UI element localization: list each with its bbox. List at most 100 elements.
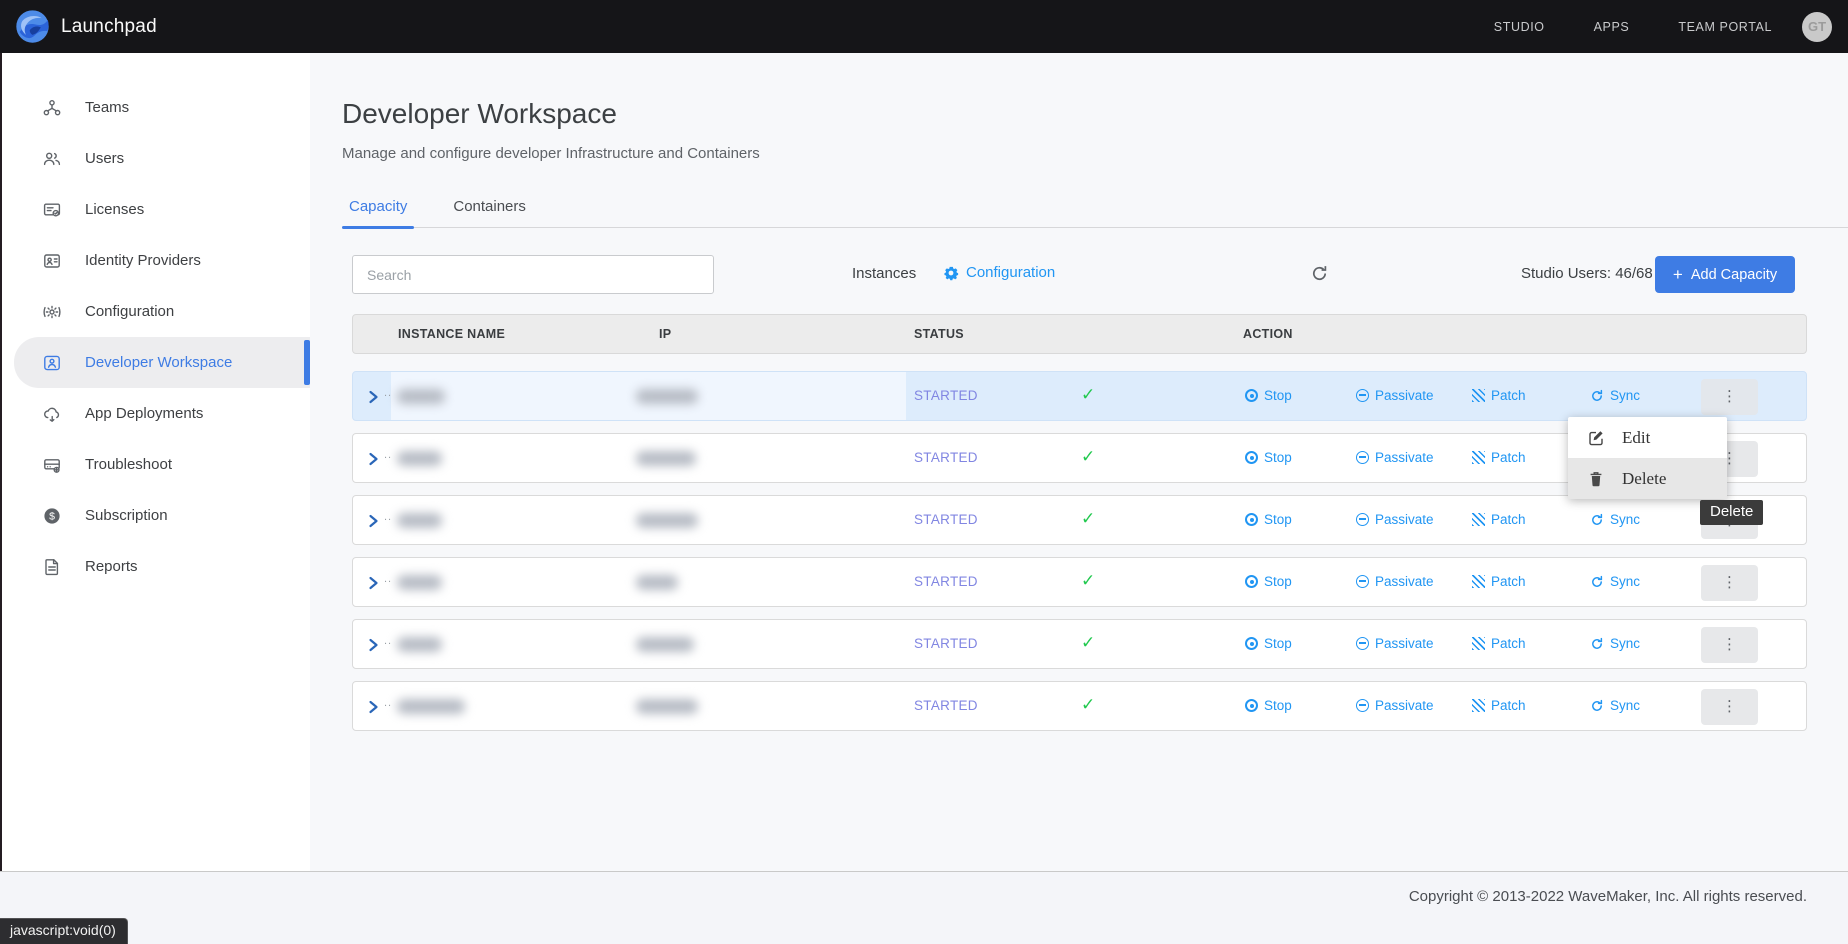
sync-action-link[interactable]: Sync (1590, 636, 1640, 651)
action-label: Passivate (1375, 698, 1434, 713)
status-check-icon: ✓ (1081, 509, 1095, 529)
table-row[interactable]: ..STARTED✓ Stop Passivate Patch Sync⋮ (352, 371, 1807, 421)
table-row[interactable]: ..STARTED✓ Stop Passivate Patch Sync⋮ (352, 495, 1807, 545)
wavemaker-logo-icon (14, 8, 51, 45)
tab-capacity[interactable]: Capacity (349, 198, 407, 227)
sidebar-item-developer-workspace[interactable]: Developer Workspace (14, 337, 310, 388)
passivate-icon (1356, 637, 1369, 650)
action-label: Patch (1491, 450, 1526, 465)
action-label: Patch (1491, 512, 1526, 527)
sync-action-link[interactable]: Sync (1590, 574, 1640, 589)
stop-icon (1245, 513, 1258, 526)
status-badge: STARTED (914, 450, 978, 465)
expand-chevron-icon[interactable] (367, 576, 380, 590)
sync-action-link[interactable]: Sync (1590, 512, 1640, 527)
studio-users-count: Studio Users: 46/68 (1521, 265, 1653, 282)
sidebar-item-label: App Deployments (85, 405, 203, 422)
passivate-icon (1356, 699, 1369, 712)
expand-chevron-icon[interactable] (367, 638, 380, 652)
configuration-link[interactable]: Configuration (943, 264, 1055, 281)
action-label: Passivate (1375, 636, 1434, 651)
expand-chevron-icon[interactable] (367, 452, 380, 466)
passivate-action-link[interactable]: Passivate (1356, 388, 1434, 403)
sidebar-item-troubleshoot[interactable]: Troubleshoot (0, 439, 310, 490)
sidebar-item-subscription[interactable]: $ Subscription (0, 490, 310, 541)
stop-action-link[interactable]: Stop (1245, 512, 1292, 527)
passivate-icon (1356, 389, 1369, 402)
expand-chevron-icon[interactable] (367, 390, 380, 404)
passivate-action-link[interactable]: Passivate (1356, 636, 1434, 651)
tab-containers[interactable]: Containers (453, 198, 526, 227)
row-menu-kebab-icon[interactable]: ⋮ (1701, 379, 1758, 415)
table-row[interactable]: ..STARTED✓ Stop Passivate Patch Sync⋮ (352, 619, 1807, 669)
menu-item-edit[interactable]: Edit (1568, 417, 1727, 458)
patch-action-link[interactable]: Patch (1472, 388, 1526, 403)
redacted-ip (636, 389, 698, 404)
patch-action-link[interactable]: Patch (1472, 636, 1526, 651)
delete-tooltip: Delete (1700, 500, 1763, 525)
redacted-area (391, 682, 906, 730)
status-check-icon: ✓ (1081, 447, 1095, 467)
stop-icon (1245, 575, 1258, 588)
licenses-icon (42, 200, 62, 220)
passivate-action-link[interactable]: Passivate (1356, 574, 1434, 589)
action-label: Stop (1264, 450, 1292, 465)
patch-action-link[interactable]: Patch (1472, 574, 1526, 589)
patch-action-link[interactable]: Patch (1472, 512, 1526, 527)
nav-link-apps[interactable]: APPS (1594, 20, 1630, 34)
sidebar-item-teams[interactable]: Teams (0, 82, 310, 133)
brand-name: Launchpad (61, 16, 157, 38)
menu-item-delete[interactable]: Delete (1568, 458, 1727, 499)
sidebar-item-reports[interactable]: Reports (0, 541, 310, 592)
passivate-action-link[interactable]: Passivate (1356, 450, 1434, 465)
row-menu-kebab-icon[interactable]: ⋮ (1701, 689, 1758, 725)
sync-icon (1590, 699, 1604, 713)
gear-icon (943, 265, 959, 281)
sync-action-link[interactable]: Sync (1590, 388, 1640, 403)
user-avatar[interactable]: GT (1802, 12, 1832, 42)
expand-chevron-icon[interactable] (367, 514, 380, 528)
sidebar-item-users[interactable]: Users (0, 133, 310, 184)
sync-action-link[interactable]: Sync (1590, 698, 1640, 713)
passivate-action-link[interactable]: Passivate (1356, 512, 1434, 527)
table-row[interactable]: ..STARTED✓ Stop Passivate Patch Sync⋮ (352, 557, 1807, 607)
stop-action-link[interactable]: Stop (1245, 636, 1292, 651)
redacted-instance-name (397, 451, 442, 466)
nav-link-team-portal[interactable]: TEAM PORTAL (1678, 20, 1772, 34)
sidebar-item-label: Identity Providers (85, 252, 201, 269)
redacted-ip (636, 699, 698, 714)
status-badge: STARTED (914, 574, 978, 589)
stop-action-link[interactable]: Stop (1245, 450, 1292, 465)
passivate-icon (1356, 451, 1369, 464)
patch-action-link[interactable]: Patch (1472, 698, 1526, 713)
developer-workspace-icon (42, 353, 62, 373)
row-menu-kebab-icon[interactable]: ⋮ (1701, 565, 1758, 601)
stop-icon (1245, 451, 1258, 464)
sync-icon (1590, 513, 1604, 527)
column-header-status: STATUS (914, 327, 964, 341)
row-menu-kebab-icon[interactable]: ⋮ (1701, 627, 1758, 663)
passivate-action-link[interactable]: Passivate (1356, 698, 1434, 713)
sidebar-item-label: Troubleshoot (85, 456, 172, 473)
search-input[interactable] (352, 255, 714, 294)
table-row[interactable]: ..STARTED✓ Stop Passivate Patch Sync⋮ (352, 681, 1807, 731)
expand-chevron-icon[interactable] (367, 700, 380, 714)
sidebar-item-app-deployments[interactable]: App Deployments (0, 388, 310, 439)
patch-action-link[interactable]: Patch (1472, 450, 1526, 465)
sidebar-item-licenses[interactable]: Licenses (0, 184, 310, 235)
add-capacity-button[interactable]: + Add Capacity (1655, 256, 1795, 293)
redacted-instance-name (397, 389, 445, 404)
brand[interactable]: Launchpad (14, 8, 157, 45)
patch-icon (1472, 637, 1485, 650)
stop-action-link[interactable]: Stop (1245, 698, 1292, 713)
sidebar-item-configuration[interactable]: Configuration (0, 286, 310, 337)
redacted-ip (636, 451, 696, 466)
stop-action-link[interactable]: Stop (1245, 388, 1292, 403)
refresh-icon[interactable] (1310, 264, 1332, 286)
subscription-icon: $ (42, 506, 62, 526)
sync-icon (1590, 389, 1604, 403)
nav-link-studio[interactable]: STUDIO (1494, 20, 1545, 34)
stop-action-link[interactable]: Stop (1245, 574, 1292, 589)
redacted-instance-name (397, 575, 442, 590)
sidebar-item-identity-providers[interactable]: Identity Providers (0, 235, 310, 286)
